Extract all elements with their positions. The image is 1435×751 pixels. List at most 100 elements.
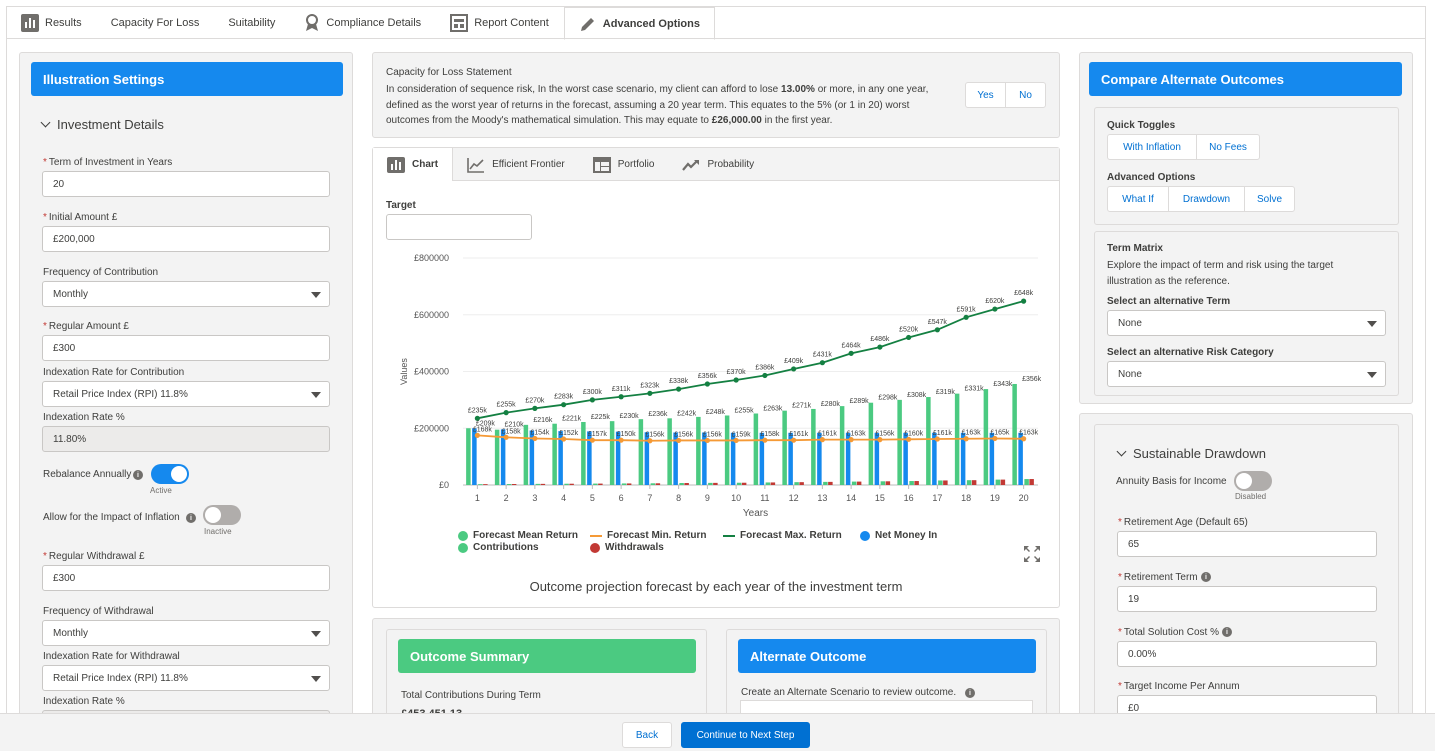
legend-item-net[interactable]: Net Money In: [860, 530, 937, 541]
solve-button[interactable]: Solve: [1244, 186, 1295, 212]
legend-item-min[interactable]: Forecast Min. Return: [590, 530, 706, 541]
bar-contributions: [708, 482, 713, 485]
term-matrix-label: Term Matrix: [1107, 243, 1163, 254]
regular-amount-input[interactable]: £300: [42, 335, 330, 361]
legend-item-withdrawals[interactable]: Withdrawals: [590, 542, 664, 553]
initial-amount-input[interactable]: £200,000: [42, 226, 330, 252]
point-forecast-max: [676, 386, 682, 392]
total-contributions-label: Total Contributions During Term: [401, 690, 541, 701]
chart-tab-efficient-frontier[interactable]: Efficient Frontier: [453, 148, 579, 181]
info-icon[interactable]: i: [186, 513, 196, 523]
legend-item-contributions[interactable]: Contributions: [458, 542, 539, 553]
no-fees-button[interactable]: No Fees: [1196, 134, 1260, 160]
bar-forecast-mean: [926, 397, 931, 485]
tab-report-content[interactable]: Report Content: [436, 7, 564, 39]
frequency-contribution-select[interactable]: Monthly: [42, 281, 330, 307]
back-button[interactable]: Back: [622, 722, 672, 748]
x-tick-label: 15: [875, 493, 885, 503]
pencil-icon: [580, 17, 594, 31]
indexation-withdrawal-select[interactable]: Retail Price Index (RPI) 11.8%: [42, 665, 330, 691]
withdrawal-input[interactable]: £300: [42, 565, 330, 591]
info-icon[interactable]: i: [965, 688, 975, 698]
tab-advanced-options[interactable]: Advanced Options: [563, 7, 715, 40]
bar-forecast-mean: [724, 415, 730, 485]
point-forecast-min: [992, 435, 998, 442]
point-forecast-min: [762, 437, 768, 443]
point-forecast-max: [589, 397, 595, 403]
point-forecast-min: [532, 435, 538, 442]
tab-suitability[interactable]: Suitability: [214, 7, 290, 39]
point-forecast-max: [503, 410, 509, 416]
bar-forecast-mean: [839, 406, 845, 485]
point-forecast-min: [733, 437, 739, 444]
point-forecast-max: [618, 394, 624, 400]
inflation-toggle[interactable]: [203, 505, 241, 525]
investment-details-section[interactable]: Investment Details: [40, 117, 164, 132]
data-label-min: £156k: [703, 431, 723, 438]
target-input[interactable]: [386, 214, 532, 240]
x-tick-label: 16: [904, 493, 914, 503]
term-matrix-description: Explore the impact of term and risk usin…: [1107, 260, 1334, 287]
rebalance-toggle[interactable]: [151, 464, 189, 484]
yes-button[interactable]: Yes: [965, 82, 1006, 108]
legend-item-max[interactable]: Forecast Max. Return: [723, 530, 842, 541]
frequency-withdrawal-select[interactable]: Monthly: [42, 620, 330, 646]
data-label-min: £158k: [760, 431, 780, 438]
continue-button[interactable]: Continue to Next Step: [681, 722, 810, 748]
solution-cost-label: Total Solution Cost %: [1118, 627, 1219, 638]
point-forecast-max: [647, 390, 653, 396]
legend-item-mean[interactable]: Forecast Mean Return: [458, 530, 578, 541]
info-icon[interactable]: i: [1222, 627, 1232, 637]
data-label-min: £163k: [962, 430, 982, 437]
data-label-max: £300k: [583, 389, 603, 396]
bar-withdrawals: [684, 483, 689, 485]
x-tick-label: 9: [705, 493, 710, 503]
chart-tab-probability[interactable]: Probability: [668, 148, 768, 181]
drawdown-button[interactable]: Drawdown: [1168, 186, 1245, 212]
data-label-min: £152k: [559, 430, 579, 437]
chart-tab-chart[interactable]: Chart: [373, 148, 454, 181]
tab-compliance-details[interactable]: Compliance Details: [290, 7, 436, 39]
expand-icon[interactable]: [1023, 545, 1041, 563]
sustainable-drawdown-section[interactable]: Sustainable Drawdown: [1116, 446, 1266, 461]
info-icon[interactable]: i: [1201, 572, 1211, 582]
x-tick-label: 1: [475, 493, 480, 503]
legend-label: Forecast Min. Return: [607, 530, 707, 541]
indexation-contribution-label: Indexation Rate for Contribution: [43, 367, 185, 378]
point-forecast-max: [561, 402, 567, 408]
annuity-toggle[interactable]: [1234, 471, 1272, 491]
point-forecast-min: [848, 437, 854, 443]
legend-swatch: [723, 534, 735, 537]
bar-withdrawals: [856, 481, 862, 485]
term-input[interactable]: 20: [42, 171, 330, 197]
tab-results[interactable]: Results: [7, 7, 97, 39]
x-tick-label: 8: [676, 493, 681, 503]
legend-label: Contributions: [473, 542, 539, 553]
cfl-title: Capacity for Loss Statement: [386, 67, 512, 78]
with-inflation-button[interactable]: With Inflation: [1107, 134, 1197, 160]
retirement-term-input[interactable]: 19: [1117, 586, 1377, 612]
data-label-max: £620k: [985, 298, 1005, 305]
what-if-button[interactable]: What If: [1107, 186, 1169, 212]
solution-cost-input[interactable]: 0.00%: [1117, 641, 1377, 667]
target-label: Target: [386, 200, 416, 211]
outcome-chart: £0£200000£400000£600000£800000Values1 2 3 4…: [399, 253, 1042, 519]
data-label-mean: £280k: [821, 401, 841, 408]
tab-capacity-for-loss[interactable]: Capacity For Loss: [97, 7, 215, 39]
no-button[interactable]: No: [1005, 82, 1046, 108]
data-label-max: £648k: [1014, 290, 1034, 297]
alternative-term-select[interactable]: None: [1107, 310, 1386, 336]
toggle-knob: [205, 507, 221, 523]
chart-tab-portfolio[interactable]: Portfolio: [579, 148, 669, 181]
retirement-age-input[interactable]: 65: [1117, 531, 1377, 557]
x-tick-label: 10: [731, 493, 741, 503]
outcome-summary-header: Outcome Summary: [398, 639, 696, 673]
bar-forecast-mean: [552, 423, 557, 485]
alternative-risk-select[interactable]: None: [1107, 361, 1386, 387]
point-forecast-max: [704, 381, 710, 387]
term-matrix-box: Term Matrix Explore the impact of term a…: [1094, 231, 1399, 396]
data-label-max: £431k: [813, 352, 833, 359]
x-tick-label: 18: [961, 493, 971, 503]
info-icon[interactable]: i: [133, 470, 143, 480]
indexation-contribution-select[interactable]: Retail Price Index (RPI) 11.8%: [42, 381, 330, 407]
